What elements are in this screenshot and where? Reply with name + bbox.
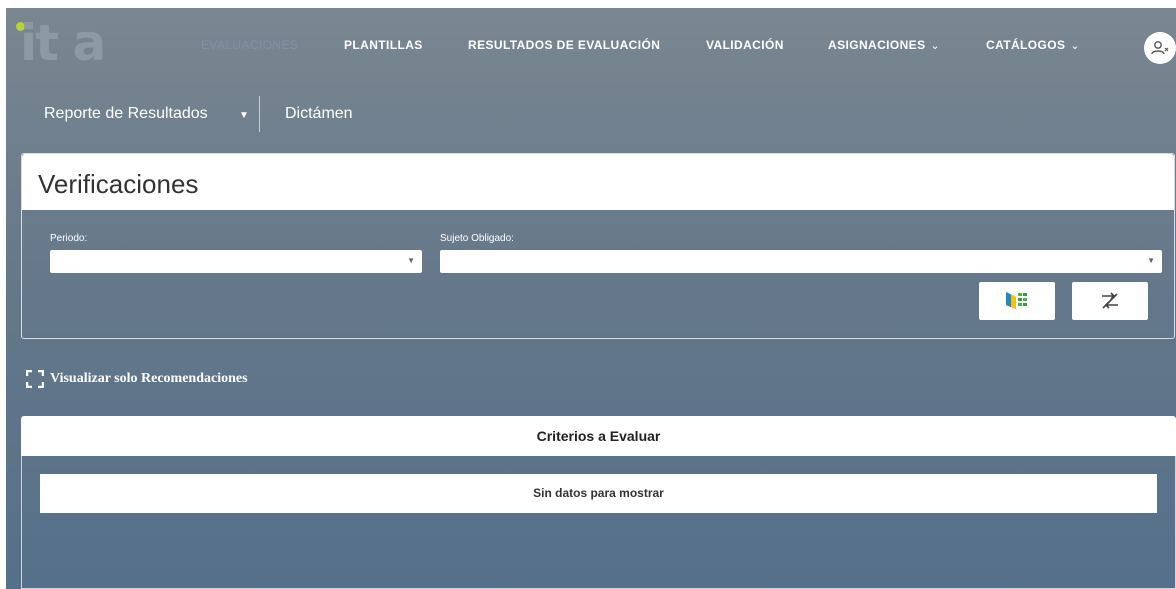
itea-logo[interactable]: it a — [16, 14, 156, 72]
sujeto-obligado-label: Sujeto Obligado: — [440, 233, 514, 244]
chevron-down-icon: ⌄ — [930, 40, 941, 52]
page-title: Verificaciones — [38, 169, 199, 199]
panel-header: Verificaciones — [22, 154, 1174, 210]
logo-text: it a — [20, 14, 106, 72]
caret-down-icon[interactable]: ▼ — [239, 110, 249, 121]
export-excel-icon — [1006, 292, 1027, 309]
periodo-select[interactable]: ▼ — [50, 250, 422, 273]
subnav-reporte-resultados[interactable]: Reporte de Resultados — [44, 105, 208, 123]
app-window: it a EVALUACIONES PLANTILLAS RESULTADOS … — [6, 8, 1176, 589]
nav-validacion[interactable]: VALIDACIÓN — [706, 38, 784, 52]
sujeto-obligado-select[interactable]: ▼ — [440, 250, 1162, 273]
nav-catalogos[interactable]: CATÁLOGOS ⌄ — [986, 38, 1080, 52]
nav-catalogos-label: CATÁLOGOS — [986, 38, 1066, 52]
criterios-body: Sin datos para mostrar — [21, 456, 1176, 589]
user-menu-icon — [1151, 41, 1169, 55]
checkbox-icon — [26, 370, 44, 388]
empty-message: Sin datos para mostrar — [40, 474, 1157, 513]
nav-asignaciones-label: ASIGNACIONES — [828, 38, 926, 52]
dropdown-arrow-icon: ▼ — [407, 256, 415, 265]
nav-evaluaciones[interactable]: EVALUACIONES — [201, 38, 298, 52]
criterios-table: Criterios a Evaluar Sin datos para mostr… — [21, 416, 1176, 589]
top-navigation: it a EVALUACIONES PLANTILLAS RESULTADOS … — [6, 8, 1176, 88]
verificaciones-panel: Verificaciones Periodo: ▼ Sujeto Obligad… — [21, 153, 1175, 339]
periodo-label: Periodo: — [50, 233, 88, 244]
sub-navigation: Reporte de Resultados ▼ Dictámen — [6, 88, 1176, 144]
nav-plantillas[interactable]: PLANTILLAS — [344, 38, 423, 52]
export-excel-button[interactable] — [979, 282, 1055, 320]
clear-filters-icon — [1102, 292, 1118, 309]
nav-resultados[interactable]: RESULTADOS DE EVALUACIÓN — [468, 38, 660, 52]
clear-filters-button[interactable] — [1072, 282, 1148, 320]
solo-recomendaciones-label: Visualizar solo Recomendaciones — [50, 371, 248, 386]
dropdown-arrow-icon: ▼ — [1147, 256, 1155, 265]
subnav-dictamen[interactable]: Dictámen — [285, 105, 353, 123]
chevron-down-icon: ⌄ — [1070, 40, 1080, 52]
criterios-header: Criterios a Evaluar — [21, 416, 1176, 456]
subnav-divider — [259, 96, 260, 132]
nav-asignaciones[interactable]: ASIGNACIONES ⌄ — [828, 38, 940, 52]
user-menu-button[interactable] — [1144, 32, 1176, 64]
